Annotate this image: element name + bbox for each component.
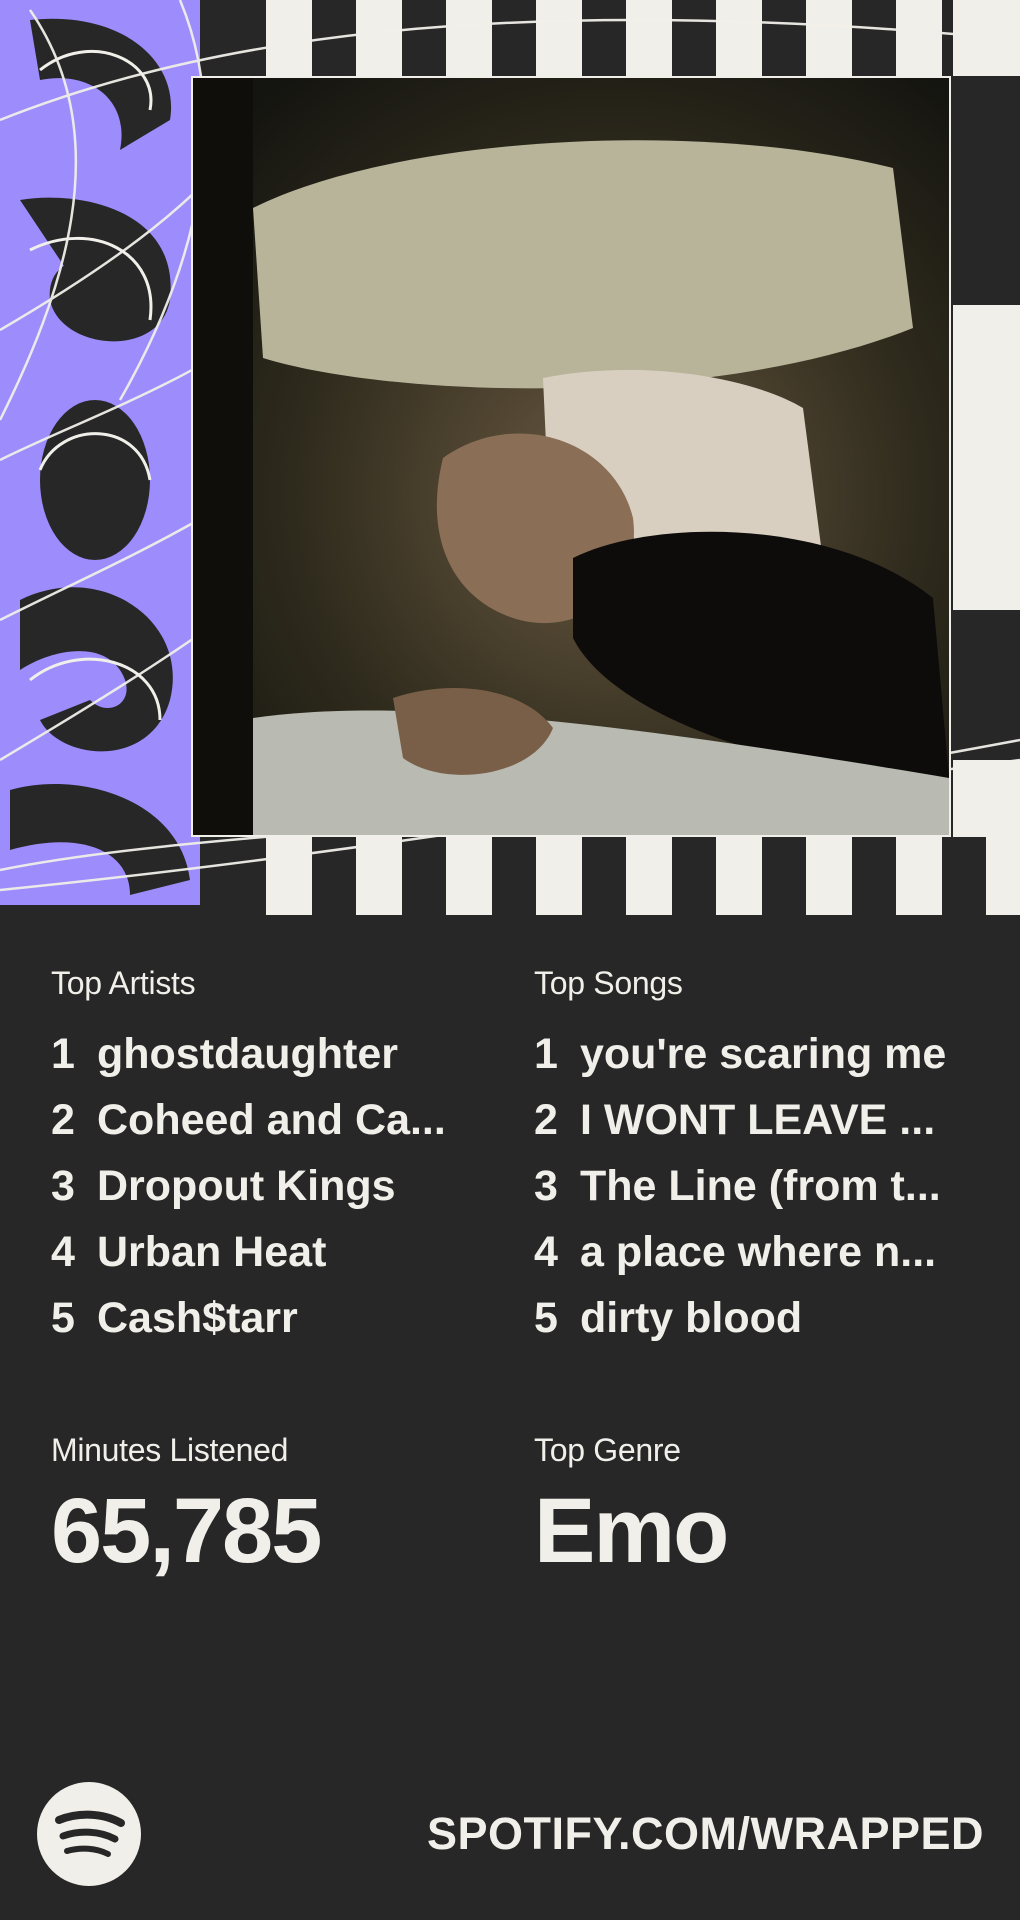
artist-name: Dropout Kings (97, 1161, 396, 1210)
top-artists-list: 1 ghostdaughter 2 Coheed and Ca... 3 Dro… (51, 1021, 531, 1351)
minutes-value: 65,785 (51, 1480, 322, 1582)
song-name: a place where n... (580, 1227, 937, 1276)
photo-image (193, 78, 949, 835)
top-songs-list: 1 you're scaring me 2 I WONT LEAVE ... 3… (534, 1021, 1014, 1351)
artist-name: Coheed and Ca... (97, 1095, 446, 1144)
rank-number: 3 (51, 1161, 75, 1210)
hero-section (0, 0, 1020, 915)
song-name: you're scaring me (580, 1029, 947, 1078)
list-item: 3 Dropout Kings (51, 1153, 531, 1219)
rank-number: 1 (534, 1029, 558, 1078)
list-item: 4 a place where n... (534, 1219, 1014, 1285)
genre-section: Top Genre Emo (534, 1430, 1014, 1586)
song-name: I WONT LEAVE ... (580, 1095, 936, 1144)
minutes-label: Minutes Listened (51, 1432, 289, 1468)
year-2025-graphic (0, 0, 200, 905)
artist-name: Urban Heat (97, 1227, 327, 1276)
song-name: dirty blood (580, 1293, 803, 1342)
top-artists-section: Top Artists 1 ghostdaughter 2 Coheed and… (51, 963, 531, 1351)
spotify-logo-icon (37, 1782, 141, 1886)
list-item: 1 you're scaring me (534, 1021, 1014, 1087)
genre-value: Emo (534, 1480, 729, 1582)
top-artist-photo (191, 76, 951, 837)
list-item: 4 Urban Heat (51, 1219, 531, 1285)
rank-number: 2 (534, 1095, 558, 1144)
rank-number: 1 (51, 1029, 75, 1078)
rank-number: 5 (534, 1293, 558, 1342)
song-name: The Line (from t... (580, 1161, 941, 1210)
rank-number: 2 (51, 1095, 75, 1144)
artist-name: ghostdaughter (97, 1029, 398, 1078)
list-item: 5 dirty blood (534, 1285, 1014, 1351)
list-item: 2 Coheed and Ca... (51, 1087, 531, 1153)
rank-number: 4 (51, 1227, 75, 1276)
rank-number: 4 (534, 1227, 558, 1276)
list-item: 1 ghostdaughter (51, 1021, 531, 1087)
top-songs-section: Top Songs 1 you're scaring me 2 I WONT L… (534, 963, 1014, 1351)
top-songs-label: Top Songs (534, 965, 683, 1001)
spotify-wrapped-url[interactable]: SPOTIFY.COM/WRAPPED (427, 1808, 984, 1860)
artist-name: Cash$tarr (97, 1293, 298, 1342)
genre-label: Top Genre (534, 1432, 681, 1468)
rank-number: 3 (534, 1161, 558, 1210)
list-item: 5 Cash$tarr (51, 1285, 531, 1351)
minutes-section: Minutes Listened 65,785 (51, 1430, 531, 1586)
rank-number: 5 (51, 1293, 75, 1342)
footer: SPOTIFY.COM/WRAPPED (0, 1780, 1020, 1890)
list-item: 3 The Line (from t... (534, 1153, 1014, 1219)
top-artists-label: Top Artists (51, 965, 196, 1001)
list-item: 2 I WONT LEAVE ... (534, 1087, 1014, 1153)
